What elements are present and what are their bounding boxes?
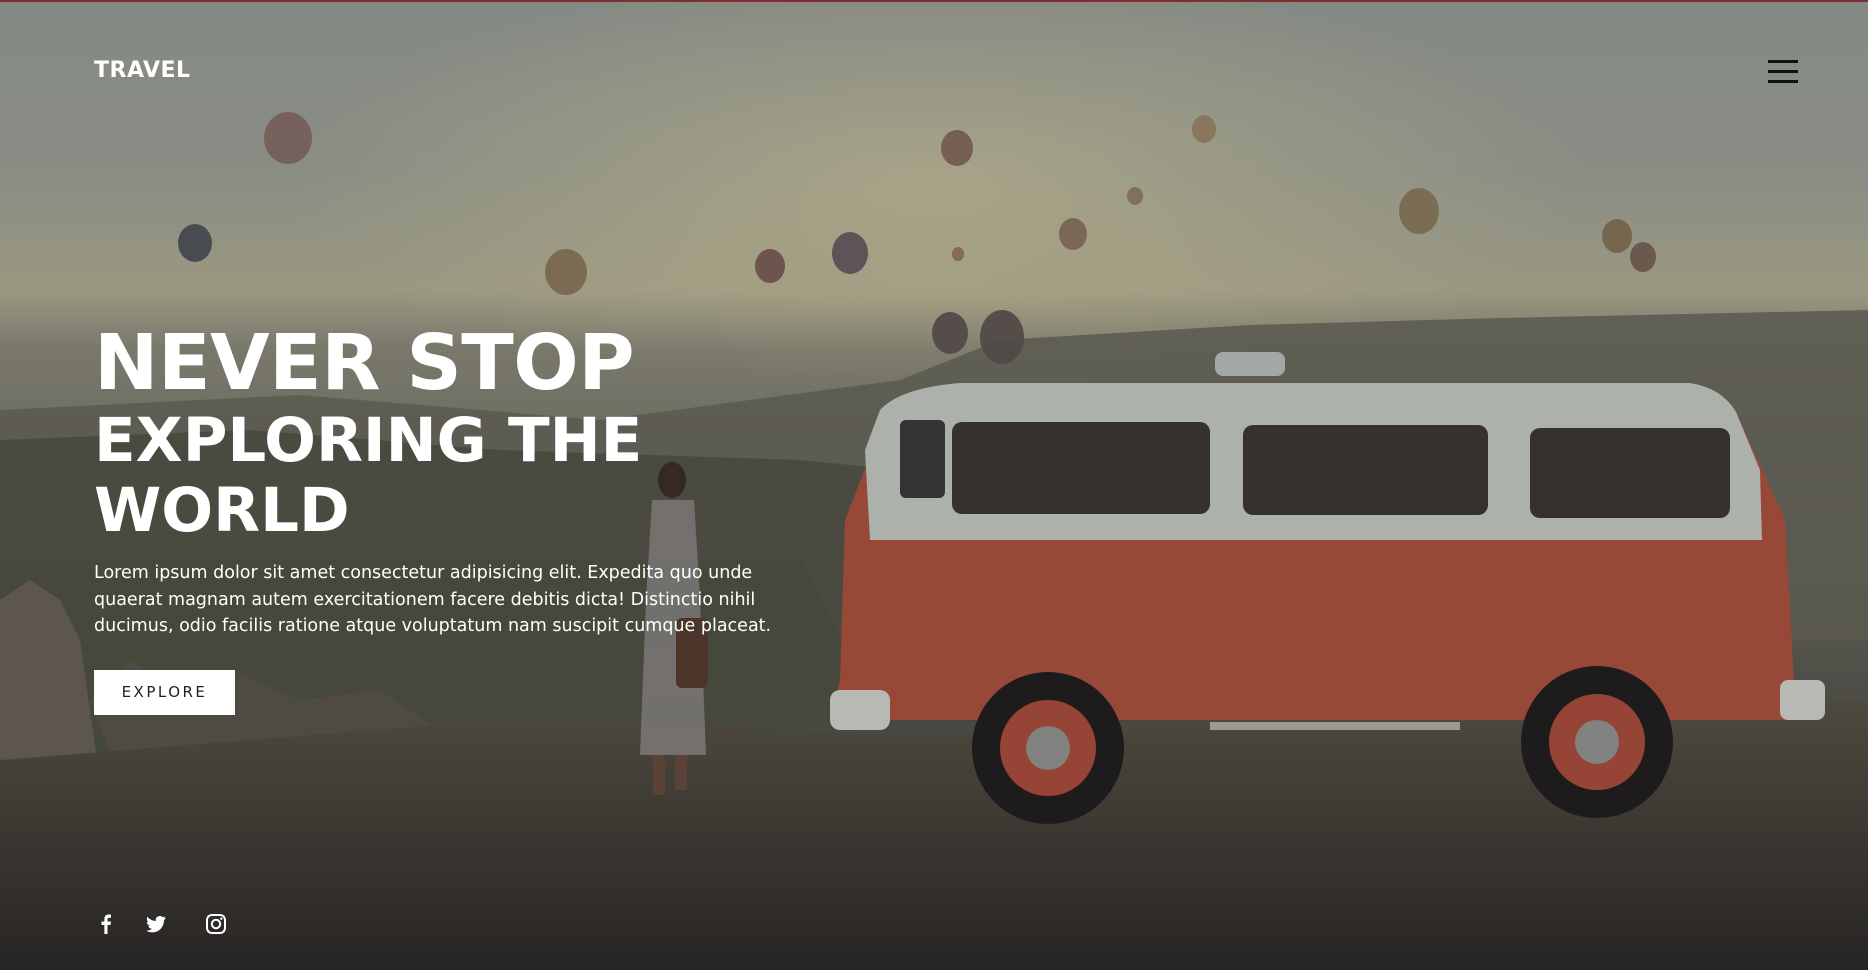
top-accent-line (0, 0, 1868, 2)
facebook-icon[interactable] (94, 912, 118, 936)
hero-description: Lorem ipsum dolor sit amet consectetur a… (94, 563, 772, 636)
instagram-icon[interactable] (204, 912, 228, 936)
hero-headline: NEVER STOP (94, 319, 635, 408)
explore-button[interactable]: EXPLORE (94, 669, 235, 715)
hero-subheadline: EXPLORING THE WORLD (94, 405, 643, 546)
menu-bar (1768, 70, 1798, 73)
hamburger-menu-icon[interactable] (1766, 57, 1800, 85)
hero-section: NEVER STOP EXPLORING THE WORLD Lorem ips… (94, 322, 874, 715)
brand-logo[interactable]: TRAVEL (94, 58, 191, 83)
menu-bar (1768, 60, 1798, 63)
twitter-icon[interactable] (144, 912, 168, 936)
menu-bar (1768, 80, 1798, 83)
